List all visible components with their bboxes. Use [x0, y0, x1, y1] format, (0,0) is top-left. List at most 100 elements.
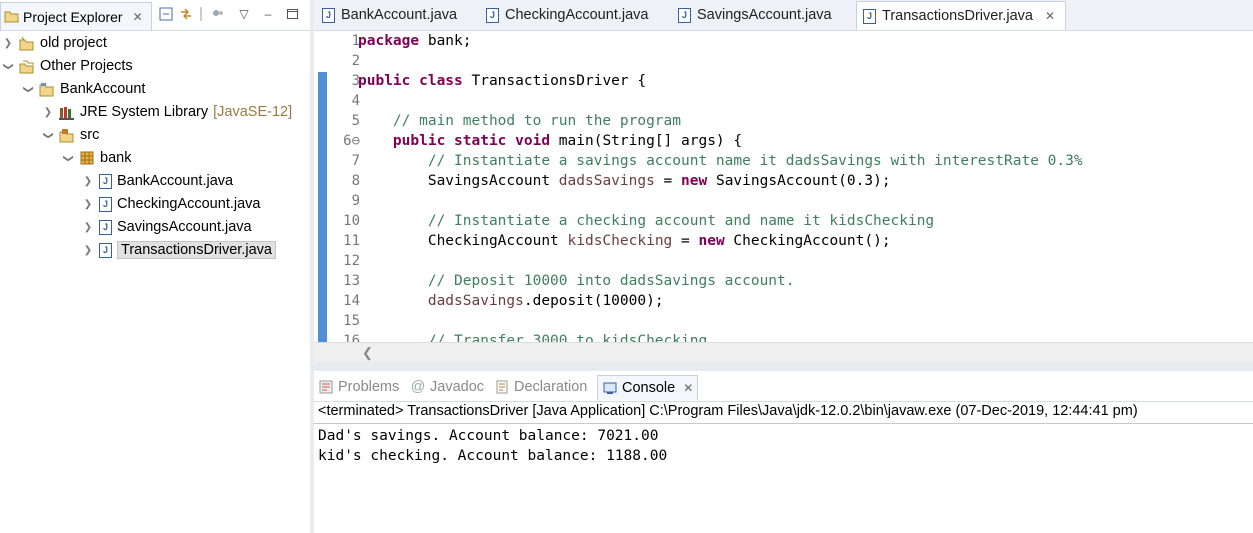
tree-item-savingsaccount-java[interactable]: ❯ J SavingsAccount.java	[82, 216, 252, 238]
java-file-icon: J	[99, 219, 112, 235]
console-status-line: <terminated> TransactionsDriver [Java Ap…	[318, 403, 1138, 419]
tab-javadoc[interactable]: @ Javadoc	[410, 375, 484, 399]
tab-bankaccount-java[interactable]: J BankAccount.java	[322, 1, 457, 29]
change-marker	[318, 72, 327, 342]
chevron-down-icon[interactable]: ❯	[63, 152, 74, 164]
explorer-tabbar: Project Explorer ✕ ▽ ‒	[0, 0, 310, 31]
console-icon	[602, 380, 618, 396]
code-line: CheckingAccount kidsChecking = new Check…	[358, 233, 891, 249]
java-file-icon: J	[863, 8, 876, 24]
chevron-right-icon[interactable]: ❯	[82, 245, 94, 256]
chevron-right-icon[interactable]: ❯	[82, 176, 94, 187]
working-set-icon	[19, 58, 35, 74]
declaration-icon	[494, 379, 510, 395]
editor-tabbar: J BankAccount.java J CheckingAccount.jav…	[314, 0, 1253, 31]
code-comment: // main method to run the program	[358, 113, 682, 129]
line-number: 15	[343, 313, 360, 329]
tree-item-label: src	[80, 127, 100, 143]
line-number-fold[interactable]: 6⊖	[328, 131, 360, 151]
line-number: 13	[343, 273, 360, 289]
link-with-editor-icon[interactable]	[178, 6, 194, 22]
chevron-right-icon[interactable]: ❯	[82, 222, 94, 233]
line-number: 7	[351, 153, 360, 169]
close-icon[interactable]: ✕	[1045, 9, 1055, 23]
java-file-icon: J	[99, 242, 112, 258]
tree-item-src[interactable]: ❯ src	[42, 124, 100, 146]
problems-icon	[318, 379, 334, 395]
line-number: 2	[351, 53, 360, 69]
java-file-icon: J	[322, 7, 335, 23]
project-folder-icon	[19, 35, 35, 51]
view-menu-icon[interactable]: ▽	[236, 6, 252, 22]
tab-checkingaccount-java[interactable]: J CheckingAccount.java	[486, 1, 648, 29]
tab-console[interactable]: Console ✕	[597, 375, 699, 400]
tree-item-jre-library[interactable]: ❯ JRE System Library [JavaSE-12]	[42, 101, 292, 123]
code-line: package bank;	[358, 33, 472, 49]
horizontal-scrollbar[interactable]: ❮	[314, 342, 1253, 363]
tab-label: BankAccount.java	[341, 7, 458, 23]
project-explorer-panel: Project Explorer ✕ ▽ ‒ ❯ old project ❯ O…	[0, 0, 310, 533]
chevron-right-icon[interactable]: ❯	[82, 199, 94, 210]
tree-item-old-project[interactable]: ❯ old project	[2, 32, 107, 54]
close-icon[interactable]: ✕	[133, 10, 143, 24]
tree-item-other-projects[interactable]: ❯ Other Projects	[2, 55, 133, 77]
tab-label: Declaration	[514, 379, 588, 395]
library-icon	[59, 104, 75, 120]
tab-label: Problems	[338, 379, 400, 395]
tree-item-bank-package[interactable]: ❯ bank	[62, 147, 132, 169]
chevron-down-icon[interactable]: ❯	[43, 129, 54, 141]
chevron-right-icon[interactable]: ❯	[42, 107, 54, 118]
chevron-down-icon[interactable]: ❯	[23, 83, 34, 95]
collapse-all-icon[interactable]	[158, 6, 174, 22]
bottom-tabbar: Problems @ Javadoc Declaration Console ✕	[314, 371, 1253, 402]
tab-label: CheckingAccount.java	[505, 7, 649, 23]
tree-item-label: JRE System Library	[80, 104, 209, 120]
filter-icon[interactable]	[210, 6, 226, 22]
at-sign-icon: @	[410, 379, 426, 395]
code-editor[interactable]: 1 2 3 4 5 6⊖ 7 8 9 10 11 12 13 14 15 16 …	[314, 31, 1253, 342]
tree-item-label: BankAccount.java	[117, 173, 234, 189]
tree-item-bankaccount-project[interactable]: ❯ BankAccount	[22, 78, 146, 100]
tree-item-checkingaccount-java[interactable]: ❯ J CheckingAccount.java	[82, 193, 261, 215]
tab-declaration[interactable]: Declaration	[494, 375, 587, 399]
line-number: 9	[351, 193, 360, 209]
tab-label: Console	[622, 380, 676, 396]
folder-icon	[3, 9, 19, 25]
tree-item-label: Other Projects	[40, 58, 133, 74]
code-comment: // Deposit 10000 into dadsSavings accoun…	[358, 273, 795, 289]
console-line: Dad's savings. Account balance: 7021.00	[318, 428, 659, 444]
line-number: 4	[351, 93, 360, 109]
change-ruler	[314, 31, 328, 342]
tree-item-label: BankAccount	[60, 81, 146, 97]
line-number: 8	[351, 173, 360, 189]
java-file-icon: J	[99, 196, 112, 212]
toolbar-divider	[200, 7, 202, 21]
chevron-right-icon[interactable]: ❯	[2, 38, 14, 49]
tab-savingsaccount-java[interactable]: J SavingsAccount.java	[678, 1, 832, 29]
line-number: 1	[351, 33, 360, 49]
code-comment: // Instantiate a checking account and na…	[358, 213, 935, 229]
tab-problems[interactable]: Problems	[318, 375, 399, 399]
tree-item-label: old project	[40, 35, 107, 51]
tab-project-explorer[interactable]: Project Explorer ✕	[0, 2, 152, 30]
horizontal-sash[interactable]	[314, 362, 1253, 371]
scroll-left-icon[interactable]: ❮	[362, 345, 373, 361]
code-line: public static void main(String[] args) {	[392, 133, 743, 149]
java-file-icon: J	[99, 173, 112, 189]
line-number: 5	[351, 113, 360, 129]
maximize-icon[interactable]	[284, 6, 300, 22]
tree-item-bankaccount-java[interactable]: ❯ J BankAccount.java	[82, 170, 233, 192]
line-number: 12	[343, 253, 360, 269]
minimize-icon[interactable]: ‒	[260, 6, 276, 22]
tree-item-transactionsdriver-java[interactable]: ❯ J TransactionsDriver.java	[82, 239, 276, 261]
chevron-down-icon[interactable]: ❯	[3, 60, 14, 72]
source-folder-icon	[59, 127, 75, 143]
line-number: 3	[351, 73, 360, 89]
tab-transactionsdriver-java[interactable]: J TransactionsDriver.java ✕	[856, 1, 1067, 30]
explorer-title: Project Explorer	[23, 8, 123, 25]
java-file-icon: J	[486, 7, 499, 23]
line-number: 11	[343, 233, 360, 249]
tab-label: TransactionsDriver.java	[882, 8, 1033, 24]
close-icon[interactable]: ✕	[683, 381, 693, 395]
tree-item-label-selected: TransactionsDriver.java	[117, 241, 276, 259]
